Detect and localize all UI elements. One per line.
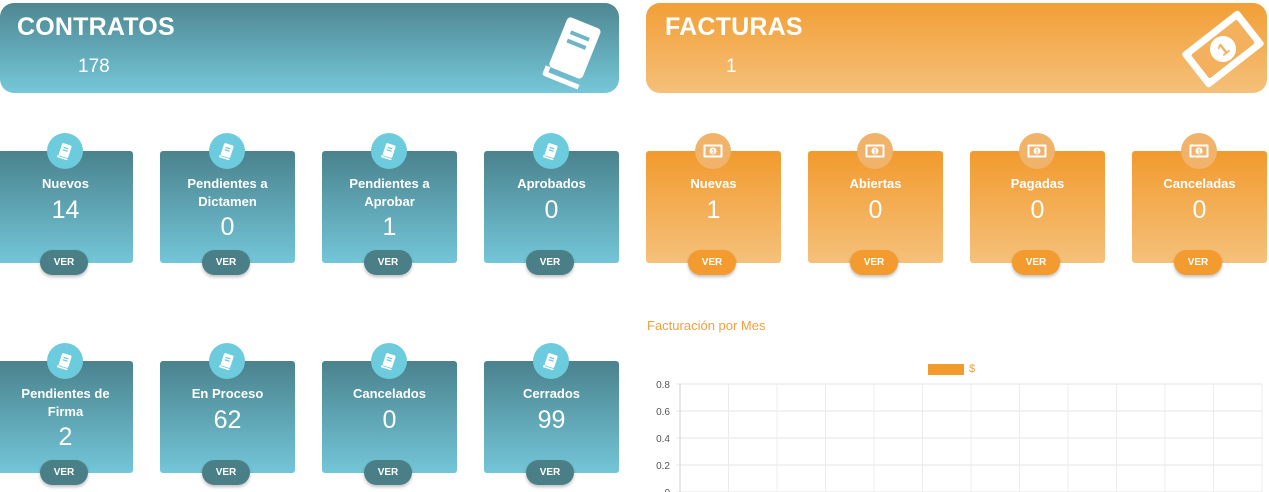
card-badge: 1: [1181, 133, 1217, 169]
y-tick-label: 0.6: [656, 407, 670, 418]
card-value: 0: [868, 196, 883, 224]
card-badge: [533, 133, 569, 169]
money-bill-icon: 1: [865, 144, 885, 158]
ver-button[interactable]: VER: [526, 460, 574, 485]
ver-button[interactable]: VER: [40, 460, 88, 485]
ver-button[interactable]: VER: [364, 460, 412, 485]
y-tick-label: 0.2: [656, 461, 670, 472]
book-icon: [542, 353, 558, 370]
card-value: 62: [213, 406, 242, 434]
card-badge: [209, 343, 245, 379]
ver-button[interactable]: VER: [1012, 250, 1060, 275]
status-card-pagadas: 1 Pagadas 0 VER: [970, 133, 1105, 275]
card-value: 14: [51, 196, 80, 224]
status-card-pendientes-a-dictamen: Pendientes a Dictamen 0 VER: [160, 133, 295, 275]
card-value: 1: [706, 196, 721, 224]
card-value: 0: [544, 196, 559, 224]
ver-button[interactable]: VER: [526, 250, 574, 275]
status-card-pendientes-a-aprobar: Pendientes a Aprobar 1 VER: [322, 133, 457, 275]
card-badge: [209, 133, 245, 169]
book-icon: [542, 143, 558, 160]
contratos-count: 178: [78, 56, 110, 77]
card-value: 1: [382, 213, 397, 241]
card-badge: [371, 343, 407, 379]
card-label: Aprobados: [517, 176, 586, 191]
money-bill-icon: 1: [1182, 10, 1264, 88]
card-label: Pendientes a Dictamen: [187, 176, 268, 209]
card-label: Nuevas: [690, 176, 737, 191]
facturacion-chart: 0.8 0.6 0.4 0.2 0: [656, 380, 1263, 492]
status-card-cancelados: Cancelados 0 VER: [322, 343, 457, 485]
ver-button[interactable]: VER: [40, 250, 88, 275]
card-value: 2: [58, 423, 73, 451]
ver-button[interactable]: VER: [850, 250, 898, 275]
card-badge: 1: [695, 133, 731, 169]
facturas-count: 1: [726, 56, 737, 77]
card-value: 99: [537, 406, 566, 434]
status-card-nuevas: 1 Nuevas 1 VER: [646, 133, 781, 275]
ver-button[interactable]: VER: [1174, 250, 1222, 275]
card-badge: [533, 343, 569, 379]
book-icon: [380, 353, 396, 370]
ver-button[interactable]: VER: [364, 250, 412, 275]
card-label: Cancelados: [353, 386, 426, 401]
status-card-nuevos: Nuevos 14 VER: [0, 133, 133, 275]
status-card-abiertas: 1 Abiertas 0 VER: [808, 133, 943, 275]
book-icon: [56, 143, 72, 160]
card-value: 0: [1030, 196, 1045, 224]
status-card-en-proceso: En Proceso 62 VER: [160, 343, 295, 485]
y-tick-label: 0.8: [656, 380, 670, 391]
contratos-banner: CONTRATOS 178: [0, 3, 619, 93]
ver-button[interactable]: VER: [202, 460, 250, 485]
book-icon: [542, 17, 601, 90]
book-icon: [56, 353, 72, 370]
facturas-banner: FACTURAS 1 1: [646, 3, 1267, 93]
y-tick-label: 0: [664, 488, 670, 492]
card-label: En Proceso: [191, 386, 264, 401]
money-bill-icon: 1: [1027, 144, 1047, 158]
card-label: Cerrados: [522, 386, 581, 401]
card-badge: [47, 133, 83, 169]
status-card-canceladas: 1 Canceladas 0 VER: [1132, 133, 1267, 275]
card-label: Abiertas: [849, 176, 902, 191]
y-tick-label: 0.4: [656, 434, 670, 445]
money-bill-icon: 1: [703, 144, 723, 158]
contratos-title: CONTRATOS: [17, 13, 175, 41]
card-label: Pendientes a Aprobar: [349, 176, 430, 209]
card-value: 0: [1192, 196, 1207, 224]
card-value: 0: [220, 213, 235, 241]
card-badge: [371, 133, 407, 169]
facturas-title: FACTURAS: [665, 13, 803, 41]
card-badge: [47, 343, 83, 379]
book-icon: [218, 143, 234, 160]
book-icon: [380, 143, 396, 160]
status-card-pendientes-de-firma: Pendientes de Firma 2 VER: [0, 343, 133, 485]
ver-button[interactable]: VER: [202, 250, 250, 275]
status-card-aprobados: Aprobados 0 VER: [484, 133, 619, 275]
card-label: Nuevos: [42, 176, 89, 191]
card-label: Pendientes de Firma: [21, 386, 110, 419]
status-card-cerrados: Cerrados 99 VER: [484, 343, 619, 485]
card-value: 0: [382, 406, 397, 434]
money-bill-icon: 1: [1189, 144, 1209, 158]
chart-title: Facturación por Mes: [647, 318, 766, 333]
card-badge: 1: [1019, 133, 1055, 169]
book-icon: [218, 353, 234, 370]
card-badge: 1: [857, 133, 893, 169]
card-label: Pagadas: [1010, 176, 1065, 191]
ver-button[interactable]: VER: [688, 250, 736, 275]
card-label: Canceladas: [1163, 176, 1236, 191]
